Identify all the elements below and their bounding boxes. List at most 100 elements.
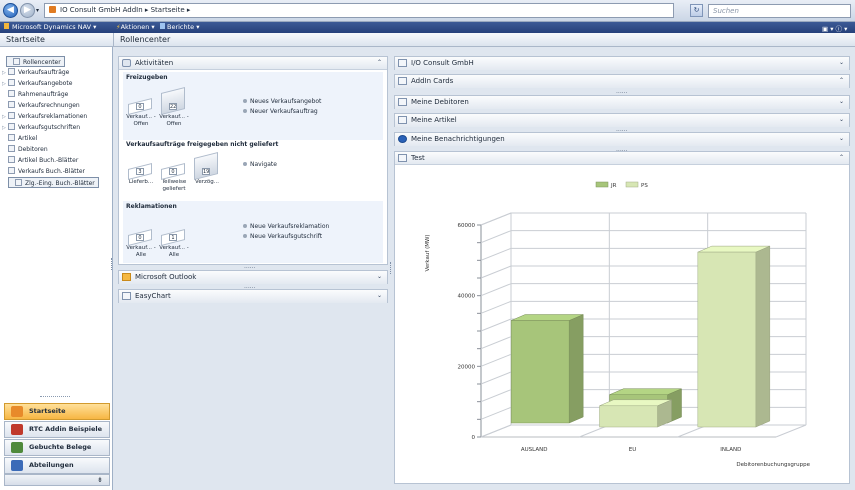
cue-tile[interactable]: 0 Verkauf... - Offen (126, 90, 156, 128)
splitter-handle[interactable] (40, 396, 70, 399)
cue-tile[interactable]: 3 Lieferb... (126, 155, 156, 186)
cue-tile[interactable]: 22 Verkauf... - Offen (159, 87, 189, 128)
nav-item-verkaufsgutschriften[interactable]: ▷ Verkaufsgutschriften (2, 122, 80, 133)
action-bullet-icon (243, 162, 247, 166)
list-icon (8, 123, 15, 130)
expand-chevron-icon[interactable]: ⌄ (839, 96, 844, 108)
posted-documents-icon (11, 442, 23, 453)
nav-pane-title: Startseite (6, 35, 45, 44)
title-strip: Startseite Rollencenter (0, 33, 855, 47)
back-button[interactable]: ◀ (3, 3, 18, 18)
nav-button-startseite[interactable]: Startseite (4, 403, 110, 420)
nav-logo-icon (4, 23, 9, 29)
breadcrumb: IO Consult GmbH AddIn ▸ Startseite ▸ (60, 6, 191, 14)
refresh-button[interactable]: ↻ (690, 4, 703, 17)
nav-item-debitoren[interactable]: Debitoren (2, 144, 48, 155)
nav-button-rtc-addin[interactable]: RTC Addin Beispiele (4, 421, 110, 438)
search-input[interactable]: Suchen (708, 4, 851, 18)
cue-tile[interactable]: 0 Verkauf... - Alle (126, 221, 156, 259)
nav-item-verkaufsreklamationen[interactable]: ▷ Verkaufsreklamationen (2, 111, 87, 122)
window-menu[interactable]: ▣ ▾ ⓘ ▾ (822, 23, 847, 33)
collapse-chevron-icon[interactable]: ⌃ (839, 75, 844, 87)
action-new-sales-order[interactable]: Neuer Verkaufsauftrag (243, 108, 318, 115)
list-icon (8, 101, 15, 108)
action-bullet-icon (243, 99, 247, 103)
x-tick-label: AUSLAND (521, 447, 548, 453)
expand-chevron-icon[interactable]: ⌄ (839, 114, 844, 126)
part-header[interactable]: AddIn Cards ⌃ (395, 75, 849, 88)
legend-swatch (625, 181, 639, 188)
expand-chevron-icon[interactable]: ⌄ (377, 271, 382, 283)
nav-item-verkaufsangebote[interactable]: ▷ Verkaufsangebote (2, 78, 72, 89)
easychart-part: EasyChart ⌄ (118, 289, 388, 303)
easychart-header[interactable]: EasyChart ⌄ (119, 290, 387, 303)
nav-item-artikel[interactable]: Artikel (2, 133, 37, 144)
part-header[interactable]: Meine Debitoren ⌄ (395, 96, 849, 109)
legend-swatch (595, 181, 609, 188)
expand-chevron-icon[interactable]: ⌄ (377, 290, 382, 302)
nav-button-abteilungen[interactable]: Abteilungen (4, 457, 110, 474)
cue-group-reklamationen: Reklamationen 0 Verkauf... - Alle 1 Verk… (123, 201, 383, 263)
legend-label: PS (641, 183, 648, 189)
action-new-sales-return[interactable]: Neue Verkaufsreklamation (243, 223, 329, 230)
x-tick-label: INLAND (720, 447, 741, 453)
home-icon (11, 406, 23, 417)
forward-button[interactable]: ▶ (20, 3, 35, 18)
bar (599, 405, 658, 428)
resize-handle[interactable]: ...... (616, 88, 627, 95)
y-tick-label: 0 (472, 435, 476, 441)
nav-item-rahmenauftraege[interactable]: Rahmenaufträge (2, 89, 68, 100)
cue-group-freizugeben: Freizugeben 0 Verkauf... - Offen 22 Verk… (123, 72, 383, 140)
nav-item-zlg-eing-buchblaetter[interactable]: Zlg.-Eing. Buch.-Blätter (8, 177, 99, 188)
reports-menu[interactable]: Berichte ▾ (160, 23, 200, 31)
pane-splitter-left[interactable] (111, 258, 114, 270)
nav-pane-options-button[interactable]: ⇟ (4, 474, 110, 486)
addin-icon (11, 424, 23, 435)
nav-item-verkaufsrechnungen[interactable]: Verkaufsrechnungen (2, 100, 80, 111)
nav-button-gebuchte-belege[interactable]: Gebuchte Belege (4, 439, 110, 456)
part-header[interactable]: Meine Benachrichtigungen ⌄ (395, 133, 849, 146)
nav-item-artikel-buchblaetter[interactable]: Artikel Buch.-Blätter (2, 155, 78, 166)
gridline-side (480, 265, 512, 279)
y-tick-label: 20000 (458, 364, 476, 370)
gridline-side (480, 406, 512, 420)
list-icon (8, 167, 15, 174)
home-icon (13, 58, 20, 65)
gridline-side (480, 230, 512, 244)
nav-item-verkaufs-buchblaetter[interactable]: Verkaufs Buch.-Blätter (2, 166, 85, 177)
expand-chevron-icon[interactable]: ⌄ (839, 133, 844, 145)
address-field[interactable]: IO Consult GmbH AddIn ▸ Startseite ▸ (44, 3, 674, 18)
part-header[interactable]: Test ⌃ (395, 152, 849, 165)
list-icon (8, 134, 15, 141)
expand-chevron-icon[interactable]: ⌄ (839, 57, 844, 69)
y-tick-label: 60000 (458, 223, 476, 229)
resize-handle[interactable]: ...... (244, 263, 255, 270)
collapse-chevron-icon[interactable]: ⌃ (377, 57, 382, 69)
part-icon (398, 116, 407, 124)
cue-tile[interactable]: 19 Verzög... (192, 152, 222, 186)
x-tick-label: EU (629, 447, 637, 453)
history-dropdown-icon[interactable]: ▾ (36, 7, 39, 14)
action-navigate[interactable]: Navigate (243, 161, 277, 168)
address-bar: ◀ ▶ ▾ IO Consult GmbH AddIn ▸ Startseite… (0, 0, 855, 22)
list-icon (8, 68, 15, 75)
y-tick-label: 40000 (458, 294, 476, 300)
nav-item-verkaufsauftraege[interactable]: ▷ Verkaufsaufträge (2, 67, 69, 78)
part-header[interactable]: I/O Consult GmbH ⌄ (395, 57, 849, 70)
actions-menu[interactable]: ⚡Aktionen ▾ (116, 23, 155, 31)
gridline-side (480, 424, 512, 438)
cue-tile[interactable]: 0 Teilweise geliefert (159, 155, 189, 193)
list-icon (8, 79, 15, 86)
pane-splitter-right[interactable] (390, 262, 393, 274)
action-bullet-icon (243, 109, 247, 113)
action-new-sales-quote[interactable]: Neues Verkaufsangebot (243, 98, 321, 105)
part-addin-cards: AddIn Cards ⌃ (394, 74, 850, 88)
cue-tile[interactable]: 1 Verkauf... - Alle (159, 221, 189, 259)
nav-item-rollencenter[interactable]: Rollencenter (6, 56, 65, 67)
collapse-chevron-icon[interactable]: ⌃ (839, 152, 844, 164)
activities-header[interactable]: Aktivitäten ⌃ (119, 57, 387, 70)
list-icon (15, 179, 22, 186)
app-menu[interactable]: Microsoft Dynamics NAV ▾ (4, 23, 96, 31)
action-new-credit-memo[interactable]: Neue Verkaufsgutschrift (243, 233, 322, 240)
cue-group-title: Freizugeben (126, 74, 168, 81)
